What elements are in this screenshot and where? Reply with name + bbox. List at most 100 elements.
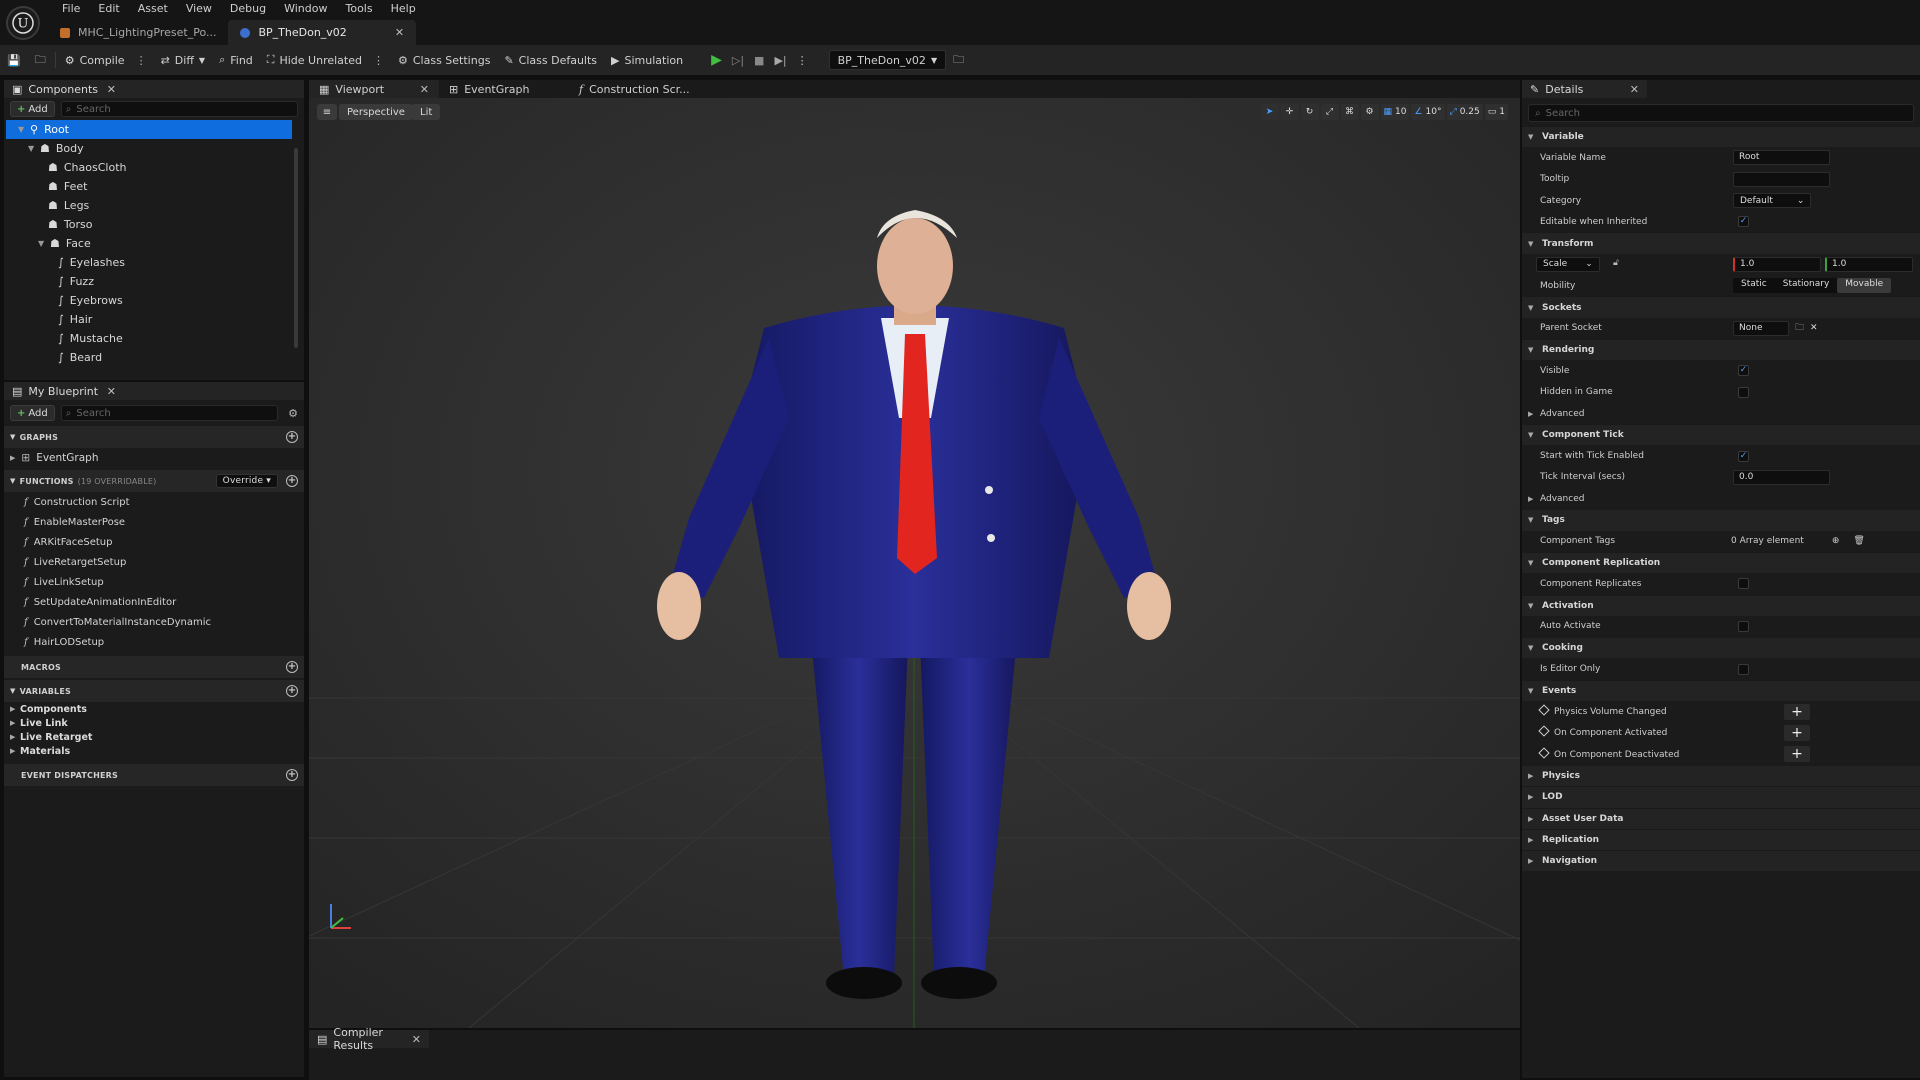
category-replication[interactable]: ▶ Replication [1522, 828, 1920, 851]
variable-category[interactable]: ▶ Materials [4, 744, 304, 758]
components-search-input[interactable]: ⌕ Search [60, 101, 298, 117]
browse-icon[interactable]: 🗀 [1795, 320, 1804, 336]
hidden-in-game-checkbox[interactable] [1738, 386, 1749, 398]
add-variable-icon[interactable]: + [286, 685, 298, 697]
event-graph-item[interactable]: ▶ ⊞ EventGraph [4, 448, 304, 468]
components-tab[interactable]: ▣ Components ✕ [4, 80, 304, 98]
world-local-icon[interactable]: ⌘ [1340, 104, 1359, 120]
mobility-stationary[interactable]: Stationary [1775, 278, 1838, 293]
more-options-icon[interactable]: ⋮ [797, 54, 808, 67]
play-icon[interactable]: ▶ [711, 52, 722, 68]
scale-y-input[interactable]: 1.0 [1825, 256, 1913, 272]
close-icon[interactable]: ✕ [395, 26, 404, 39]
category-variable[interactable]: ▼ Variable [1522, 126, 1920, 148]
replicates-checkbox[interactable] [1738, 578, 1749, 590]
category-events[interactable]: ▼ Events [1522, 679, 1920, 702]
menu-asset[interactable]: Asset [129, 0, 177, 18]
tree-item-chaoscloth[interactable]: ☗ ChaosCloth [6, 158, 292, 177]
compile-button[interactable]: ⚙ Compile ⋮ [58, 48, 154, 72]
add-component-button[interactable]: + Add [10, 101, 55, 117]
menu-tools[interactable]: Tools [336, 0, 381, 18]
add-element-icon[interactable]: ⊕ [1832, 536, 1840, 546]
function-item[interactable]: f ARKitFaceSetup [4, 532, 304, 552]
menu-view[interactable]: View [177, 0, 221, 18]
add-event-button[interactable]: + [1784, 724, 1810, 741]
camera-speed-button[interactable]: ▭ 1 [1484, 104, 1508, 120]
close-icon[interactable]: ✕ [107, 385, 116, 398]
variable-category[interactable]: ▶ Live Retarget [4, 730, 304, 744]
components-scrollbar[interactable] [294, 148, 298, 348]
category-activation[interactable]: ▼ Activation [1522, 594, 1920, 616]
category-sockets[interactable]: ▼ Sockets [1522, 296, 1920, 318]
tree-item-root[interactable]: ▼ ⚲ Root [6, 120, 292, 139]
variable-category[interactable]: ▶ Components [4, 702, 304, 716]
category-component-replication[interactable]: ▼ Component Replication [1522, 551, 1920, 574]
category-asset-user-data[interactable]: ▶ Asset User Data [1522, 807, 1920, 829]
tree-item-feet[interactable]: ☗ Feet [6, 177, 292, 196]
editable-inherited-checkbox[interactable]: ✓ [1738, 216, 1749, 228]
add-graph-icon[interactable]: + [286, 431, 298, 443]
add-dispatcher-icon[interactable]: + [286, 769, 298, 781]
function-item[interactable]: f ConvertToMaterialInstanceDynamic [4, 612, 304, 632]
tree-item-face[interactable]: ▼ ☗ Face [6, 234, 292, 253]
category-component-tick[interactable]: ▼ Component Tick [1522, 424, 1920, 446]
perspective-button[interactable]: Perspective [339, 104, 413, 120]
add-function-icon[interactable]: + [286, 475, 298, 487]
add-macro-icon[interactable]: + [286, 661, 298, 673]
clear-icon[interactable]: ✕ [1810, 323, 1818, 333]
category-physics[interactable]: ▶ Physics [1522, 764, 1920, 787]
diff-button[interactable]: ⇄ Diff ▼ [154, 48, 212, 72]
tree-item-eyelashes[interactable]: ∫ Eyelashes [6, 253, 292, 272]
scale-snap-button[interactable]: ⤢ 0.25 [1446, 104, 1483, 120]
rotation-snap-button[interactable]: ∠ 10° [1411, 104, 1445, 120]
close-icon[interactable]: ✕ [1630, 83, 1639, 96]
expand-icon[interactable]: ▼ [38, 239, 48, 248]
lock-icon[interactable]: 🔓︎ [1613, 258, 1619, 268]
close-icon[interactable]: ✕ [412, 1033, 421, 1046]
visible-checkbox[interactable]: ✓ [1738, 365, 1749, 377]
tab-viewport[interactable]: ▦ Viewport ✕ [309, 80, 439, 98]
category-transform[interactable]: ▼ Transform [1522, 232, 1920, 254]
tick-interval-input[interactable]: 0.0 [1733, 469, 1830, 485]
select-mode-icon[interactable]: ➤ [1260, 104, 1279, 120]
event-dispatchers-section[interactable]: EVENT DISPATCHERS + [4, 764, 304, 786]
mobility-movable[interactable]: Movable [1837, 278, 1892, 294]
category-dropdown[interactable]: Default ⌄ [1733, 193, 1812, 209]
category-cooking[interactable]: ▼ Cooking [1522, 637, 1920, 659]
more-options-icon[interactable]: ⋮ [136, 54, 147, 67]
tree-item-legs[interactable]: ☗ Legs [6, 196, 292, 215]
add-member-button[interactable]: + Add [10, 405, 55, 421]
tab-construction-script[interactable]: f Construction Scr... [569, 80, 709, 98]
start-tick-checkbox[interactable]: ✓ [1738, 450, 1749, 462]
variables-section[interactable]: ▼ VARIABLES + [4, 680, 304, 702]
my-blueprint-search-input[interactable]: ⌕ Search [60, 405, 279, 421]
viewport[interactable]: ≡ Perspective Lit ➤ ✛ ↻ ⤢ ⌘ ⚙ ▦ 10 ∠ 10° ⤢… [309, 98, 1520, 1028]
category-lod[interactable]: ▶ LOD [1522, 786, 1920, 808]
variable-name-input[interactable]: Root [1733, 150, 1830, 166]
menu-file[interactable]: File [53, 0, 89, 18]
function-item[interactable]: f EnableMasterPose [4, 512, 304, 532]
lit-button[interactable]: Lit [412, 104, 441, 120]
menu-window[interactable]: Window [275, 0, 336, 18]
doc-tab-lighting-preset[interactable]: MHC_LightingPreset_Po... [48, 20, 228, 45]
step-icon[interactable]: ▷| [732, 54, 744, 67]
my-blueprint-tab[interactable]: ▤ My Blueprint ✕ [4, 382, 304, 400]
rotate-icon[interactable]: ↻ [1300, 104, 1319, 120]
category-tags[interactable]: ▼ Tags [1522, 509, 1920, 531]
viewport-menu-button[interactable]: ≡ [317, 104, 337, 120]
grid-snap-button[interactable]: ▦ 10 [1380, 104, 1410, 120]
parent-socket-input[interactable]: None [1733, 320, 1789, 336]
compiler-results-tab[interactable]: ▤ Compiler Results ✕ [309, 1026, 429, 1052]
tree-item-beard[interactable]: ∫ Beard [6, 348, 292, 367]
tree-item-hair[interactable]: ∫ Hair [6, 310, 292, 329]
scale-x-input[interactable]: 1.0 [1733, 256, 1821, 272]
class-settings-button[interactable]: ⚙ Class Settings [391, 48, 497, 72]
browse-button[interactable]: 🗀 [28, 48, 53, 72]
stop-icon[interactable]: ■ [754, 54, 764, 67]
menu-edit[interactable]: Edit [89, 0, 128, 18]
tree-item-body[interactable]: ▼ ☗ Body [6, 139, 292, 158]
debug-object-select[interactable]: BP_TheDon_v02 ▼ [828, 50, 947, 70]
eject-icon[interactable]: ▶| [774, 54, 786, 67]
hide-unrelated-button[interactable]: ⛶ Hide Unrelated ⋮ [260, 48, 391, 72]
find-button[interactable]: ⌕ Find [212, 48, 260, 72]
